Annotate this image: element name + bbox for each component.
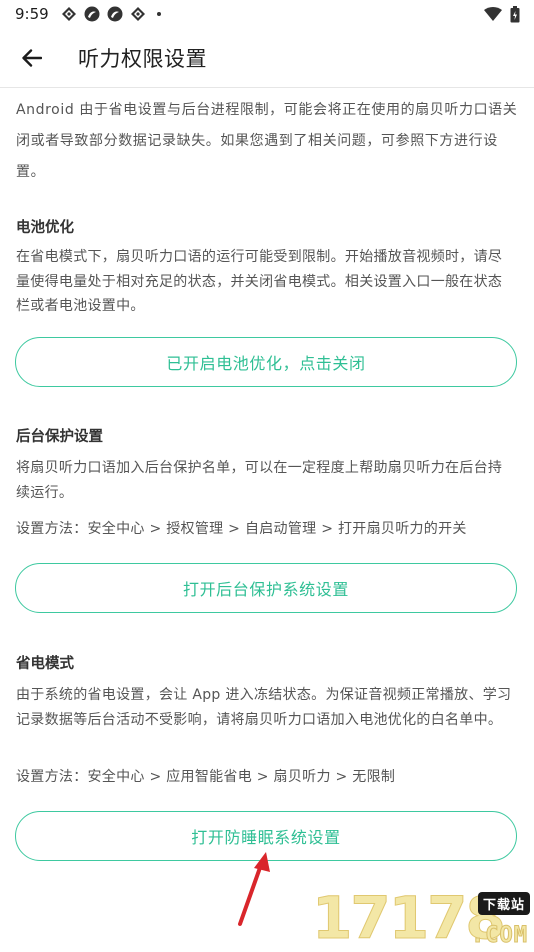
status-system-icons [484, 5, 520, 23]
notification-icon-2 [84, 6, 100, 22]
notification-icon-1 [61, 7, 76, 21]
section-title-background: 后台保护设置 [16, 429, 103, 445]
background-protection-button[interactable]: 打开后台保护系统设置 [15, 563, 517, 613]
wifi-icon [484, 7, 502, 21]
site-watermark: 17178 下载站 .COM [312, 886, 534, 951]
battery-icon [510, 5, 520, 22]
section-method-background: 设置方法：安全中心 > 授权管理 > 自启动管理 > 打开扇贝听力的开关 [16, 521, 467, 537]
arrow-left-icon [22, 48, 42, 67]
section-method-power-saving: 设置方法：安全中心 > 应用智能省电 > 扇贝听力 > 无限制 [16, 769, 396, 785]
notification-icon-4 [130, 7, 145, 21]
more-notifications-dot [156, 12, 161, 16]
notification-icon-3 [107, 6, 123, 22]
status-bar: 9:59 [0, 0, 534, 28]
section-description-power-saving: 由于系统的省电设置，会让 App 进入冻结状态。为保证音视频正常播放、学习记录数… [16, 687, 512, 728]
watermark-suffix: .COM [471, 923, 528, 949]
back-button[interactable] [14, 40, 50, 76]
settings-content: Android 由于省电设置与后台进程限制，可能会将正在使用的扇贝听力口语关闭或… [0, 88, 534, 188]
section-description-background: 将扇贝听力口语加入后台保护名单，可以在一定程度上帮助扇贝听力在后台持续运行。 [16, 460, 503, 501]
section-description-battery: 在省电模式下，扇贝听力口语的运行可能受到限制。开始播放音视频时，请尽量使得电量处… [16, 249, 503, 314]
section-title-battery: 电池优化 [16, 220, 74, 236]
battery-optimization-button[interactable]: 已开启电池优化，点击关闭 [15, 337, 517, 387]
red-arrow-annotation [238, 852, 270, 926]
page-title: 听力权限设置 [78, 46, 207, 71]
app-bar: 听力权限设置 [0, 28, 534, 88]
section-title-power-saving: 省电模式 [16, 656, 74, 672]
watermark-badge: 下载站 [477, 892, 530, 915]
status-time: 9:59 [15, 5, 49, 23]
intro-text: Android 由于省电设置与后台进程限制，可能会将正在使用的扇贝听力口语关闭或… [16, 102, 518, 180]
status-notification-icons [61, 6, 161, 22]
